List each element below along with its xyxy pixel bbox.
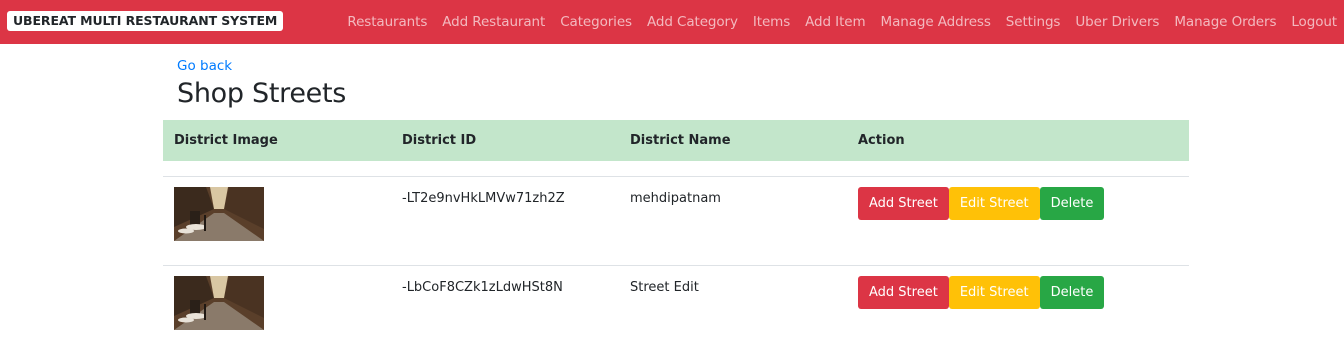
- edit-street-button[interactable]: Edit Street: [948, 187, 1040, 220]
- nav-link-settings[interactable]: Settings: [1006, 14, 1061, 30]
- edit-street-button[interactable]: Edit Street: [948, 276, 1040, 309]
- top-navbar: UBEREAT MULTI RESTAURANT SYSTEM Restaura…: [0, 0, 1344, 44]
- add-street-button[interactable]: Add Street: [858, 276, 949, 309]
- row-actions: Add Street Edit Street Delete: [858, 187, 1105, 220]
- nav-link-add-item[interactable]: Add Item: [805, 14, 865, 30]
- header-district-name: District Name: [630, 133, 731, 148]
- district-image: [174, 276, 264, 330]
- nav-link-categories[interactable]: Categories: [560, 14, 632, 30]
- header-district-image: District Image: [174, 133, 278, 148]
- district-image: [174, 187, 264, 241]
- row-actions: Add Street Edit Street Delete: [858, 276, 1105, 309]
- page-title: Shop Streets: [177, 78, 346, 109]
- header-district-id: District ID: [402, 133, 477, 148]
- district-name: mehdipatnam: [630, 191, 721, 206]
- nav-link-uber-drivers[interactable]: Uber Drivers: [1075, 14, 1159, 30]
- brand-logo[interactable]: UBEREAT MULTI RESTAURANT SYSTEM: [7, 11, 284, 31]
- nav-link-logout[interactable]: Logout: [1291, 14, 1337, 30]
- delete-button[interactable]: Delete: [1039, 187, 1105, 220]
- district-name: Street Edit: [630, 280, 699, 295]
- header-action: Action: [858, 133, 905, 148]
- nav-link-manage-address[interactable]: Manage Address: [881, 14, 991, 30]
- go-back-link[interactable]: Go back: [177, 58, 232, 74]
- table-header: District Image District ID District Name…: [163, 120, 1189, 161]
- nav-link-add-category[interactable]: Add Category: [647, 14, 738, 30]
- nav-link-add-restaurant[interactable]: Add Restaurant: [442, 14, 545, 30]
- district-id: -LbCoF8CZk1zLdwHSt8N: [402, 280, 563, 295]
- nav-link-items[interactable]: Items: [753, 14, 790, 30]
- nav-link-manage-orders[interactable]: Manage Orders: [1174, 14, 1276, 30]
- table-row: -LbCoF8CZk1zLdwHSt8N Street Edit Add Str…: [163, 265, 1189, 353]
- nav-links: Restaurants Add Restaurant Categories Ad…: [347, 0, 1337, 44]
- nav-link-restaurants[interactable]: Restaurants: [347, 14, 427, 30]
- district-id: -LT2e9nvHkLMVw71zh2Z: [402, 191, 565, 206]
- table-row: -LT2e9nvHkLMVw71zh2Z mehdipatnam Add Str…: [163, 176, 1189, 265]
- add-street-button[interactable]: Add Street: [858, 187, 949, 220]
- delete-button[interactable]: Delete: [1039, 276, 1105, 309]
